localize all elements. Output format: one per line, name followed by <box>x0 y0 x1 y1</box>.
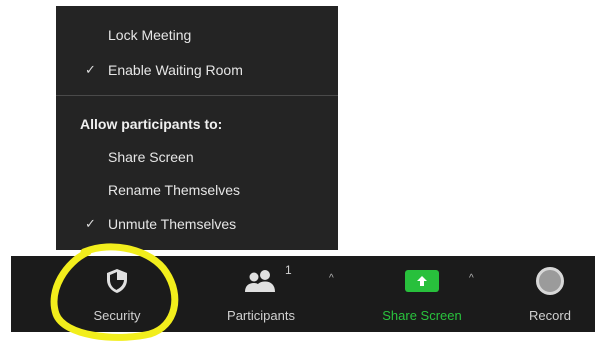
allow-participants-heading: Allow participants to: <box>80 116 223 132</box>
share-screen-button[interactable]: Share Screen <box>367 256 477 332</box>
menu-item-unmute-themselves[interactable]: ✓ Unmute Themselves <box>56 212 338 236</box>
participants-count: 1 <box>285 263 292 277</box>
menu-item-rename-themselves[interactable]: Rename Themselves <box>56 178 338 202</box>
menu-item-share-screen[interactable]: Share Screen <box>56 145 338 169</box>
shield-icon <box>105 267 129 295</box>
meeting-window: Lock Meeting ✓ Enable Waiting Room Allow… <box>0 0 597 345</box>
record-button[interactable]: Record <box>515 256 585 332</box>
participants-button[interactable]: 1 Participants <box>211 256 311 332</box>
share-screen-icon <box>405 267 439 295</box>
share-screen-label: Share Screen <box>382 308 462 323</box>
security-menu: Lock Meeting ✓ Enable Waiting Room Allow… <box>56 6 338 250</box>
participants-icon: 1 <box>241 263 292 295</box>
menu-item-label: Share Screen <box>108 149 194 165</box>
menu-item-label: Rename Themselves <box>108 182 241 198</box>
menu-item-label: Unmute Themselves <box>108 216 237 232</box>
security-button[interactable]: Security <box>77 256 157 332</box>
checkmark-icon: ✓ <box>85 62 96 77</box>
menu-item-enable-waiting-room[interactable]: ✓ Enable Waiting Room <box>56 58 338 82</box>
participants-label: Participants <box>227 308 295 323</box>
menu-item-label: Lock Meeting <box>108 27 192 43</box>
menu-divider <box>56 95 338 96</box>
record-icon <box>536 267 564 295</box>
record-label: Record <box>529 308 571 323</box>
menu-item-lock-meeting[interactable]: Lock Meeting <box>56 23 338 47</box>
participants-options-caret[interactable]: ^ <box>329 273 334 284</box>
meeting-toolbar: Security 1 Participants ^ Share Screen ^… <box>11 256 595 332</box>
menu-item-label: Enable Waiting Room <box>108 62 243 78</box>
share-screen-options-caret[interactable]: ^ <box>469 273 474 284</box>
checkmark-icon: ✓ <box>85 216 96 231</box>
security-label: Security <box>93 308 141 323</box>
